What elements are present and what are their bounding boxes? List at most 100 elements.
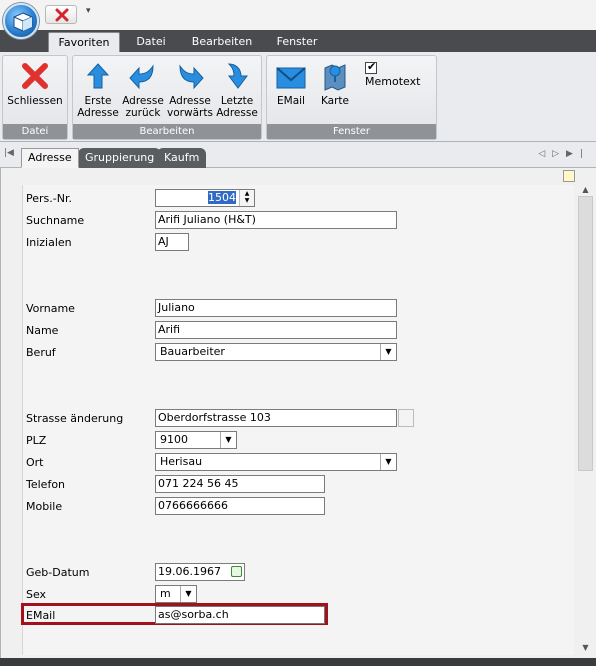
close-x-icon <box>22 63 48 89</box>
first-address-button[interactable]: Erste Adresse <box>75 60 121 119</box>
map-pin-icon <box>324 64 346 91</box>
address-forward-button[interactable]: Adresse vorwärts <box>167 60 213 119</box>
label-pers-nr: Pers.-Nr. <box>26 192 72 205</box>
address-form: Pers.-Nr. 1504 ▲ ▼ Suchname Arifi Juliano… <box>21 185 574 655</box>
document-tab-bar: |◀ Adresse Gruppierung Kaufm ◁▷▶| <box>0 142 596 168</box>
group-fenster: EMail Karte ✔ Memotext Fenster <box>266 55 437 140</box>
plz-value: 9100 <box>160 433 188 446</box>
telefon-field[interactable]: 071 224 56 45 <box>155 475 325 493</box>
ort-select[interactable]: Herisau ▼ <box>155 453 397 471</box>
memotext-checkbox[interactable]: ✔ Memotext <box>365 60 436 88</box>
label-beruf: Beruf <box>26 346 56 359</box>
status-bar <box>0 658 596 666</box>
scroll-up-icon[interactable]: ▲ <box>577 184 594 196</box>
address-back-label-1: Adresse <box>122 95 164 107</box>
label-plz: PLZ <box>26 434 47 447</box>
vertical-scrollbar[interactable]: ▲ ▼ <box>577 184 594 654</box>
address-forward-label-1: Adresse <box>169 95 211 107</box>
beruf-select[interactable]: Bauarbeiter ▼ <box>155 343 397 361</box>
ribbon: Schliessen Datei Erste Adresse Adresse z… <box>0 52 596 142</box>
last-address-label-1: Letzte <box>220 95 254 107</box>
strasse-field[interactable]: Oberdorfstrasse 103 <box>155 409 397 427</box>
cube-icon <box>13 12 33 32</box>
name-field[interactable]: Arifi <box>155 321 397 339</box>
nav-first-icon[interactable]: |◀ <box>4 148 14 158</box>
label-vorname: Vorname <box>26 302 75 315</box>
tab-kaufm[interactable]: Kaufm <box>157 148 207 168</box>
close-icon <box>55 8 69 22</box>
tab-datei[interactable]: Datei <box>128 32 174 52</box>
label-mobile: Mobile <box>26 500 63 513</box>
chevron-down-icon[interactable]: ▼ <box>180 586 196 602</box>
first-address-label-1: Erste <box>84 95 112 107</box>
address-panel: Pers.-Nr. 1504 ▲ ▼ Suchname Arifi Juliano… <box>0 168 596 658</box>
address-back-label-2: zurück <box>125 107 161 119</box>
email-button-label: EMail <box>277 95 305 107</box>
group-datei: Schliessen Datei <box>2 55 68 140</box>
memotext-label: Memotext <box>365 75 421 88</box>
email-field[interactable]: as@sorba.ch <box>155 606 325 624</box>
group-label-fenster: Fenster <box>267 124 436 139</box>
tab-bearbeiten[interactable]: Bearbeiten <box>183 32 261 52</box>
label-geb-datum: Geb-Datum <box>26 566 90 579</box>
arrow-down-icon <box>227 63 248 89</box>
ribbon-tab-strip: Favoriten Datei Bearbeiten Fenster <box>0 30 596 52</box>
suchname-field[interactable]: Arifi Juliano (H&T) <box>155 211 397 229</box>
tab-adresse[interactable]: Adresse <box>21 148 79 168</box>
tab-fenster[interactable]: Fenster <box>268 32 326 52</box>
geb-datum-picker[interactable]: 19.06.1967 <box>155 563 245 581</box>
vorname-field[interactable]: Juliano <box>155 299 397 317</box>
label-telefon: Telefon <box>26 478 66 491</box>
beruf-value: Bauarbeiter <box>160 345 225 358</box>
map-button[interactable]: Karte <box>315 60 355 107</box>
check-mark-icon: ✔ <box>367 60 377 73</box>
sex-select[interactable]: m ▼ <box>155 585 197 603</box>
sex-value: m <box>160 587 171 600</box>
tab-gruppierung[interactable]: Gruppierung <box>78 148 162 168</box>
pers-nr-spinner[interactable]: 1504 ▲ ▼ <box>155 189 255 207</box>
first-address-label-2: Adresse <box>77 107 119 119</box>
scroll-down-icon[interactable]: ▼ <box>577 642 594 654</box>
label-ort: Ort <box>26 456 44 469</box>
tab-favoriten[interactable]: Favoriten <box>48 32 120 52</box>
group-label-bearbeiten: Bearbeiten <box>73 124 261 139</box>
quick-access-menu-icon[interactable]: ▾ <box>86 6 91 16</box>
ort-value: Herisau <box>160 455 203 468</box>
label-suchname: Suchname <box>26 214 85 227</box>
arrow-up-icon <box>86 63 110 89</box>
close-button-label: Schliessen <box>7 95 63 107</box>
plz-select[interactable]: 9100 ▼ <box>155 431 237 449</box>
group-label-datei: Datei <box>3 124 67 139</box>
strasse-extra-button[interactable] <box>398 409 414 427</box>
map-button-label: Karte <box>320 95 350 107</box>
label-email: EMail <box>26 609 56 622</box>
spinner-arrows-icon[interactable]: ▲ ▼ <box>239 190 254 206</box>
chevron-down-icon[interactable]: ▼ <box>380 454 396 470</box>
address-forward-label-2: vorwärts <box>167 107 213 119</box>
mobile-field[interactable]: 0766666666 <box>155 497 325 515</box>
note-icon[interactable] <box>563 170 575 182</box>
scroll-thumb[interactable] <box>578 196 593 471</box>
initialen-field[interactable]: AJ <box>155 233 189 251</box>
label-sex: Sex <box>26 588 47 601</box>
calendar-icon[interactable] <box>231 566 242 577</box>
arrow-back-icon <box>129 64 154 90</box>
application-menu-button[interactable] <box>3 3 39 39</box>
tab-nav-icons[interactable]: ◁▷▶| <box>538 149 590 159</box>
quick-access-bar: ▾ <box>0 0 596 30</box>
quick-close-button[interactable] <box>45 5 77 24</box>
email-button[interactable]: EMail <box>271 60 311 107</box>
address-back-button[interactable]: Adresse zurück <box>121 60 165 119</box>
chevron-down-icon[interactable]: ▼ <box>380 344 396 360</box>
close-button[interactable]: Schliessen <box>5 60 65 107</box>
pers-nr-value: 1504 <box>208 191 236 204</box>
geb-datum-value: 19.06.1967 <box>158 565 221 578</box>
last-address-label-2: Adresse <box>216 107 258 119</box>
label-initialen: Inizialen <box>26 236 72 249</box>
label-strasse: Strasse änderung <box>26 412 124 425</box>
chevron-down-icon[interactable]: ▼ <box>220 432 236 448</box>
arrow-forward-icon <box>179 64 204 90</box>
envelope-icon <box>276 67 306 89</box>
label-name: Name <box>26 324 59 337</box>
last-address-button[interactable]: Letzte Adresse <box>215 60 259 119</box>
